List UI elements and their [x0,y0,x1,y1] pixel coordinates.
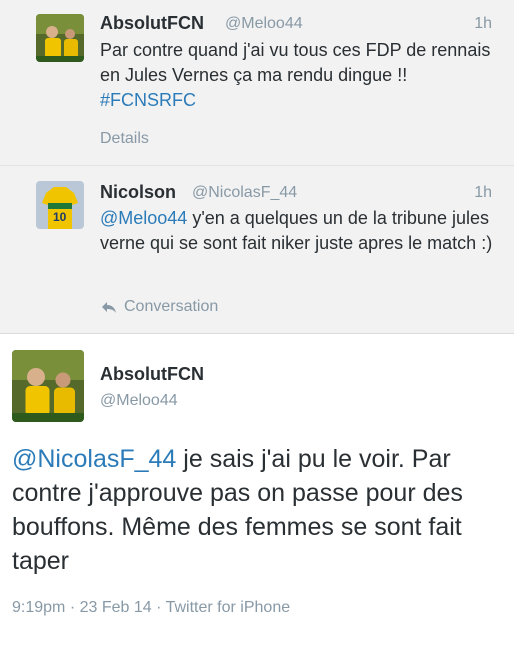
author-handle[interactable]: @Meloo44 [225,15,303,33]
tweet-source[interactable]: Twitter for iPhone [166,599,291,616]
tweet-time[interactable]: 1h [474,184,492,202]
avatar-image: 10 [36,181,84,229]
author-handle[interactable]: @NicolasF_44 [192,184,297,202]
details-link[interactable]: Details [100,130,149,148]
author-name[interactable]: AbsolutFCN [100,13,204,34]
meta-separator: · [69,599,76,616]
focused-tweet: AbsolutFCN @Meloo44 @NicolasF_44 je sais… [0,334,514,652]
avatar[interactable] [36,14,84,62]
tweet-metadata: 9:19pm · 23 Feb 14 · Twitter for iPhone [12,599,290,617]
mention-link[interactable]: @Meloo44 [100,208,187,228]
reply-icon [100,299,118,315]
author-name[interactable]: Nicolson [100,182,176,203]
author-name[interactable]: AbsolutFCN [100,364,204,385]
mention-link[interactable]: @NicolasF_44 [12,445,176,473]
tweet-text: Par contre quand j'ai vu tous ces FDP de… [100,38,500,113]
meta-separator: · [156,599,162,616]
tweet-date[interactable]: 23 Feb 14 [80,599,152,616]
tweet-timestamp[interactable]: 9:19pm [12,599,65,616]
tweet-text: @NicolasF_44 je sais j'ai pu le voir. Pa… [12,442,502,578]
tweet-text: @Meloo44 y'en a quelques un de la tribun… [100,206,500,256]
author-handle[interactable]: @Meloo44 [100,392,178,410]
avatar[interactable] [12,350,84,422]
tweet-time[interactable]: 1h [474,15,492,33]
conversation-label: Conversation [124,298,219,315]
hashtag-link[interactable]: #FCNSRFC [100,90,196,110]
svg-text:10: 10 [53,210,67,224]
conversation-link[interactable]: Conversation [100,298,218,316]
avatar[interactable]: 10 [36,181,84,229]
tweet-absolutfcn[interactable]: AbsolutFCN @Meloo44 1h Par contre quand … [0,0,514,166]
avatar-image [12,350,84,422]
avatar-image [36,14,84,62]
tweet-nicolson[interactable]: 10 Nicolson @NicolasF_44 1h @Meloo44 y'e… [0,166,514,334]
tweet-text-body: Par contre quand j'ai vu tous ces FDP de… [100,40,491,85]
